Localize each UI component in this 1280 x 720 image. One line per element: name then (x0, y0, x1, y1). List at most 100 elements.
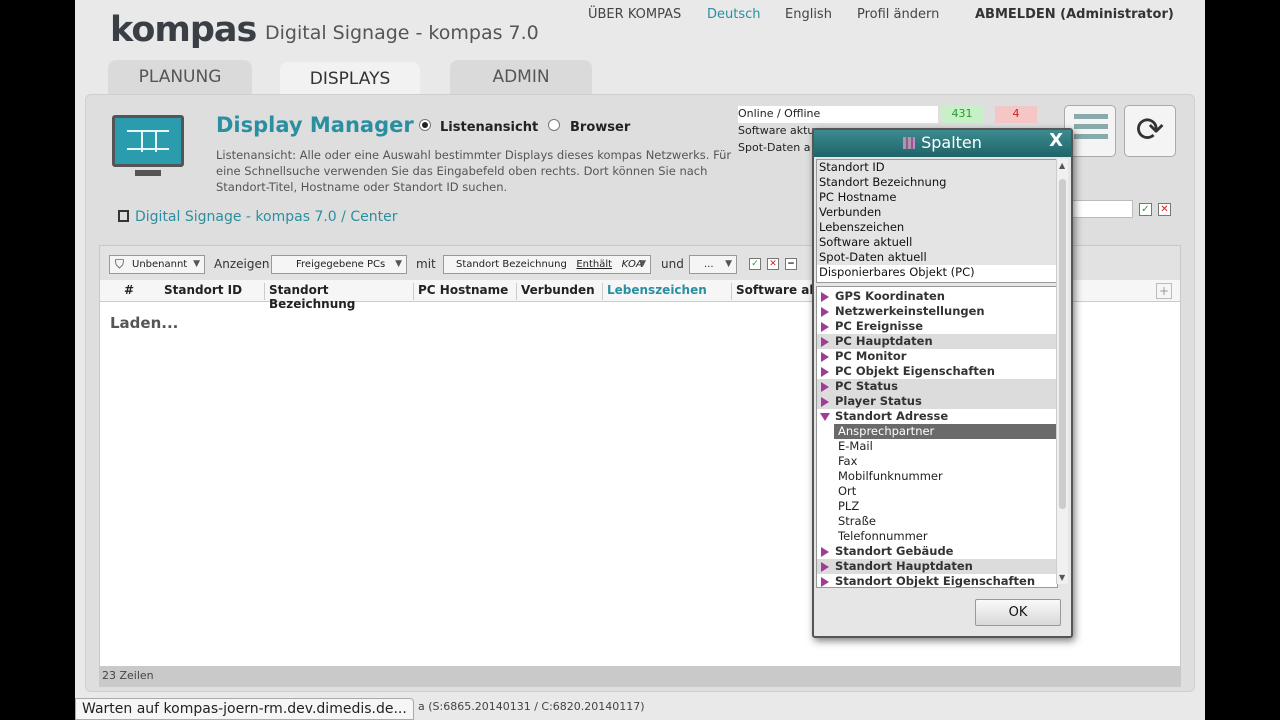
scrollbar-thumb[interactable] (1059, 179, 1066, 509)
add-column-icon[interactable]: + (1156, 283, 1172, 299)
tree-group[interactable]: PC Monitor (817, 349, 1057, 364)
online-count: 431 (941, 106, 983, 123)
condition-select[interactable]: Standort Bezeichnung Enthält KOA ▼ (443, 255, 651, 274)
tree-group[interactable]: Netzwerkeinstellungen (817, 304, 1057, 319)
col-lebenszeichen[interactable]: Lebenszeichen (602, 283, 731, 300)
selected-column-item[interactable]: Verbunden (817, 205, 1057, 220)
refresh-icon: ⟳ (1135, 110, 1165, 150)
close-icon[interactable]: X (1049, 130, 1063, 151)
document-icon (118, 210, 129, 222)
nav-about-link[interactable]: ÜBER KOMPAS (588, 7, 681, 22)
remove-filter-icon[interactable]: ✕ (767, 258, 779, 270)
breadcrumb[interactable]: Digital Signage - kompas 7.0 / Center (118, 209, 397, 225)
tree-group-expanded[interactable]: Standort Adresse (817, 409, 1057, 424)
selected-column-item[interactable]: Disponierbares Objekt (PC) (817, 265, 1057, 280)
description-text: Listenansicht: Alle oder eine Auswahl be… (216, 148, 732, 194)
app-title: Digital Signage - kompas 7.0 (265, 22, 539, 44)
filter-icon: ⛉ (115, 257, 125, 271)
expand-arrow-icon (821, 577, 829, 587)
collapse-arrow-icon (820, 413, 830, 421)
tree-child-item[interactable]: E-Mail (817, 439, 1057, 454)
tree-group[interactable]: Standort Hauptdaten (817, 559, 1057, 574)
and-label: und (661, 257, 684, 271)
loading-text: Laden... (110, 314, 179, 332)
tree-child-item[interactable]: Straße (817, 514, 1057, 529)
col-software-aktuell[interactable]: Software ak (731, 283, 821, 300)
tree-child-item[interactable]: Ort (817, 484, 1057, 499)
columns-icon (903, 137, 916, 149)
browser-radio[interactable] (548, 119, 560, 131)
chevron-down-icon: ▼ (639, 259, 646, 269)
expand-arrow-icon (821, 382, 829, 392)
expand-arrow-icon (821, 397, 829, 407)
expand-arrow-icon (821, 307, 829, 317)
col-standort-id[interactable]: Standort ID (160, 283, 264, 300)
tree-group[interactable]: PC Status (817, 379, 1057, 394)
listview-radio[interactable] (419, 119, 431, 131)
listview-label[interactable]: Listenansicht (440, 120, 538, 135)
chevron-down-icon: ▼ (395, 259, 402, 269)
expand-arrow-icon (821, 292, 829, 302)
browser-status-bar: Warten auf kompas-joern-rm.dev.dimedis.d… (75, 698, 414, 720)
filter-preset-select[interactable]: ⛉ Unbenannt ▼ (109, 255, 205, 274)
refresh-button[interactable]: ⟳ (1124, 105, 1176, 157)
expand-arrow-icon (821, 352, 829, 362)
scroll-up-icon[interactable]: ▲ (1059, 161, 1065, 170)
col-pc-hostname[interactable]: PC Hostname (413, 283, 516, 300)
available-columns-tree: GPS Koordinaten Netzwerkeinstellungen PC… (816, 286, 1058, 588)
col-standort-bezeichnung[interactable]: Standort Bezeichnung (264, 283, 413, 311)
quick-search-input[interactable] (1071, 200, 1133, 218)
kompas-logo[interactable]: kompas (110, 10, 257, 50)
col-index[interactable]: # (120, 283, 160, 300)
and-select[interactable]: ... ▼ (689, 255, 737, 274)
online-label: Online / Offline (738, 106, 938, 123)
selected-column-item[interactable]: Standort ID (817, 160, 1057, 175)
tab-admin[interactable]: ADMIN (450, 60, 592, 96)
pc-scope-select[interactable]: Freigegebene PCs ▼ (271, 255, 407, 274)
selected-column-item[interactable]: Lebenszeichen (817, 220, 1057, 235)
tree-group[interactable]: GPS Koordinaten (817, 289, 1057, 304)
row-count: 23 Zeilen (100, 666, 1180, 686)
tab-planung[interactable]: PLANUNG (108, 60, 252, 96)
show-label: Anzeigen (214, 257, 270, 271)
chevron-down-icon: ▼ (193, 259, 200, 269)
col-verbunden[interactable]: Verbunden (516, 283, 602, 300)
search-clear-icon[interactable]: ✕ (1158, 203, 1171, 216)
minus-filter-icon[interactable]: − (785, 258, 797, 270)
browser-label[interactable]: Browser (570, 120, 630, 135)
list-icon (1074, 114, 1108, 148)
tree-child-item[interactable]: Ansprechpartner (834, 424, 1057, 439)
page-title: Display Manager (216, 113, 414, 137)
tab-displays[interactable]: DISPLAYS (280, 62, 420, 98)
with-label: mit (416, 257, 436, 271)
nav-deutsch-link[interactable]: Deutsch (707, 7, 761, 22)
expand-arrow-icon (821, 322, 829, 332)
tree-group[interactable]: Player Status (817, 394, 1057, 409)
selected-column-item[interactable]: Software aktuell (817, 235, 1057, 250)
tree-group[interactable]: PC Objekt Eigenschaften (817, 364, 1057, 379)
ok-button[interactable]: OK (975, 599, 1061, 626)
tree-child-item[interactable]: PLZ (817, 499, 1057, 514)
dialog-scrollbar[interactable]: ▲ ▼ (1056, 159, 1068, 584)
tree-group[interactable]: PC Ereignisse (817, 319, 1057, 334)
search-confirm-icon[interactable]: ✓ (1139, 203, 1152, 216)
tree-child-item[interactable]: Telefonnummer (817, 529, 1057, 544)
selected-column-item[interactable]: Spot-Daten aktuell (817, 250, 1057, 265)
selected-column-item[interactable]: Standort Bezeichnung (817, 175, 1057, 190)
tree-child-item[interactable]: Fax (817, 454, 1057, 469)
nav-logout-link[interactable]: ABMELDEN (Administrator) (975, 7, 1174, 22)
scroll-down-icon[interactable]: ▼ (1059, 573, 1065, 582)
tree-group[interactable]: Standort Gebäude (817, 544, 1057, 559)
nav-english-link[interactable]: English (785, 7, 832, 22)
dialog-titlebar[interactable]: Spalten (814, 130, 1071, 157)
tree-child-item[interactable]: Mobilfunknummer (817, 469, 1057, 484)
nav-profile-link[interactable]: Profil ändern (857, 7, 939, 22)
monitor-icon (112, 115, 184, 176)
tree-group[interactable]: Standort Objekt Eigenschaften (817, 574, 1057, 587)
expand-arrow-icon (821, 367, 829, 377)
expand-arrow-icon (821, 562, 829, 572)
selected-column-item[interactable]: PC Hostname (817, 190, 1057, 205)
tree-group[interactable]: PC Hauptdaten (817, 334, 1057, 349)
apply-filter-icon[interactable]: ✓ (749, 258, 761, 270)
offline-count: 4 (995, 106, 1037, 123)
